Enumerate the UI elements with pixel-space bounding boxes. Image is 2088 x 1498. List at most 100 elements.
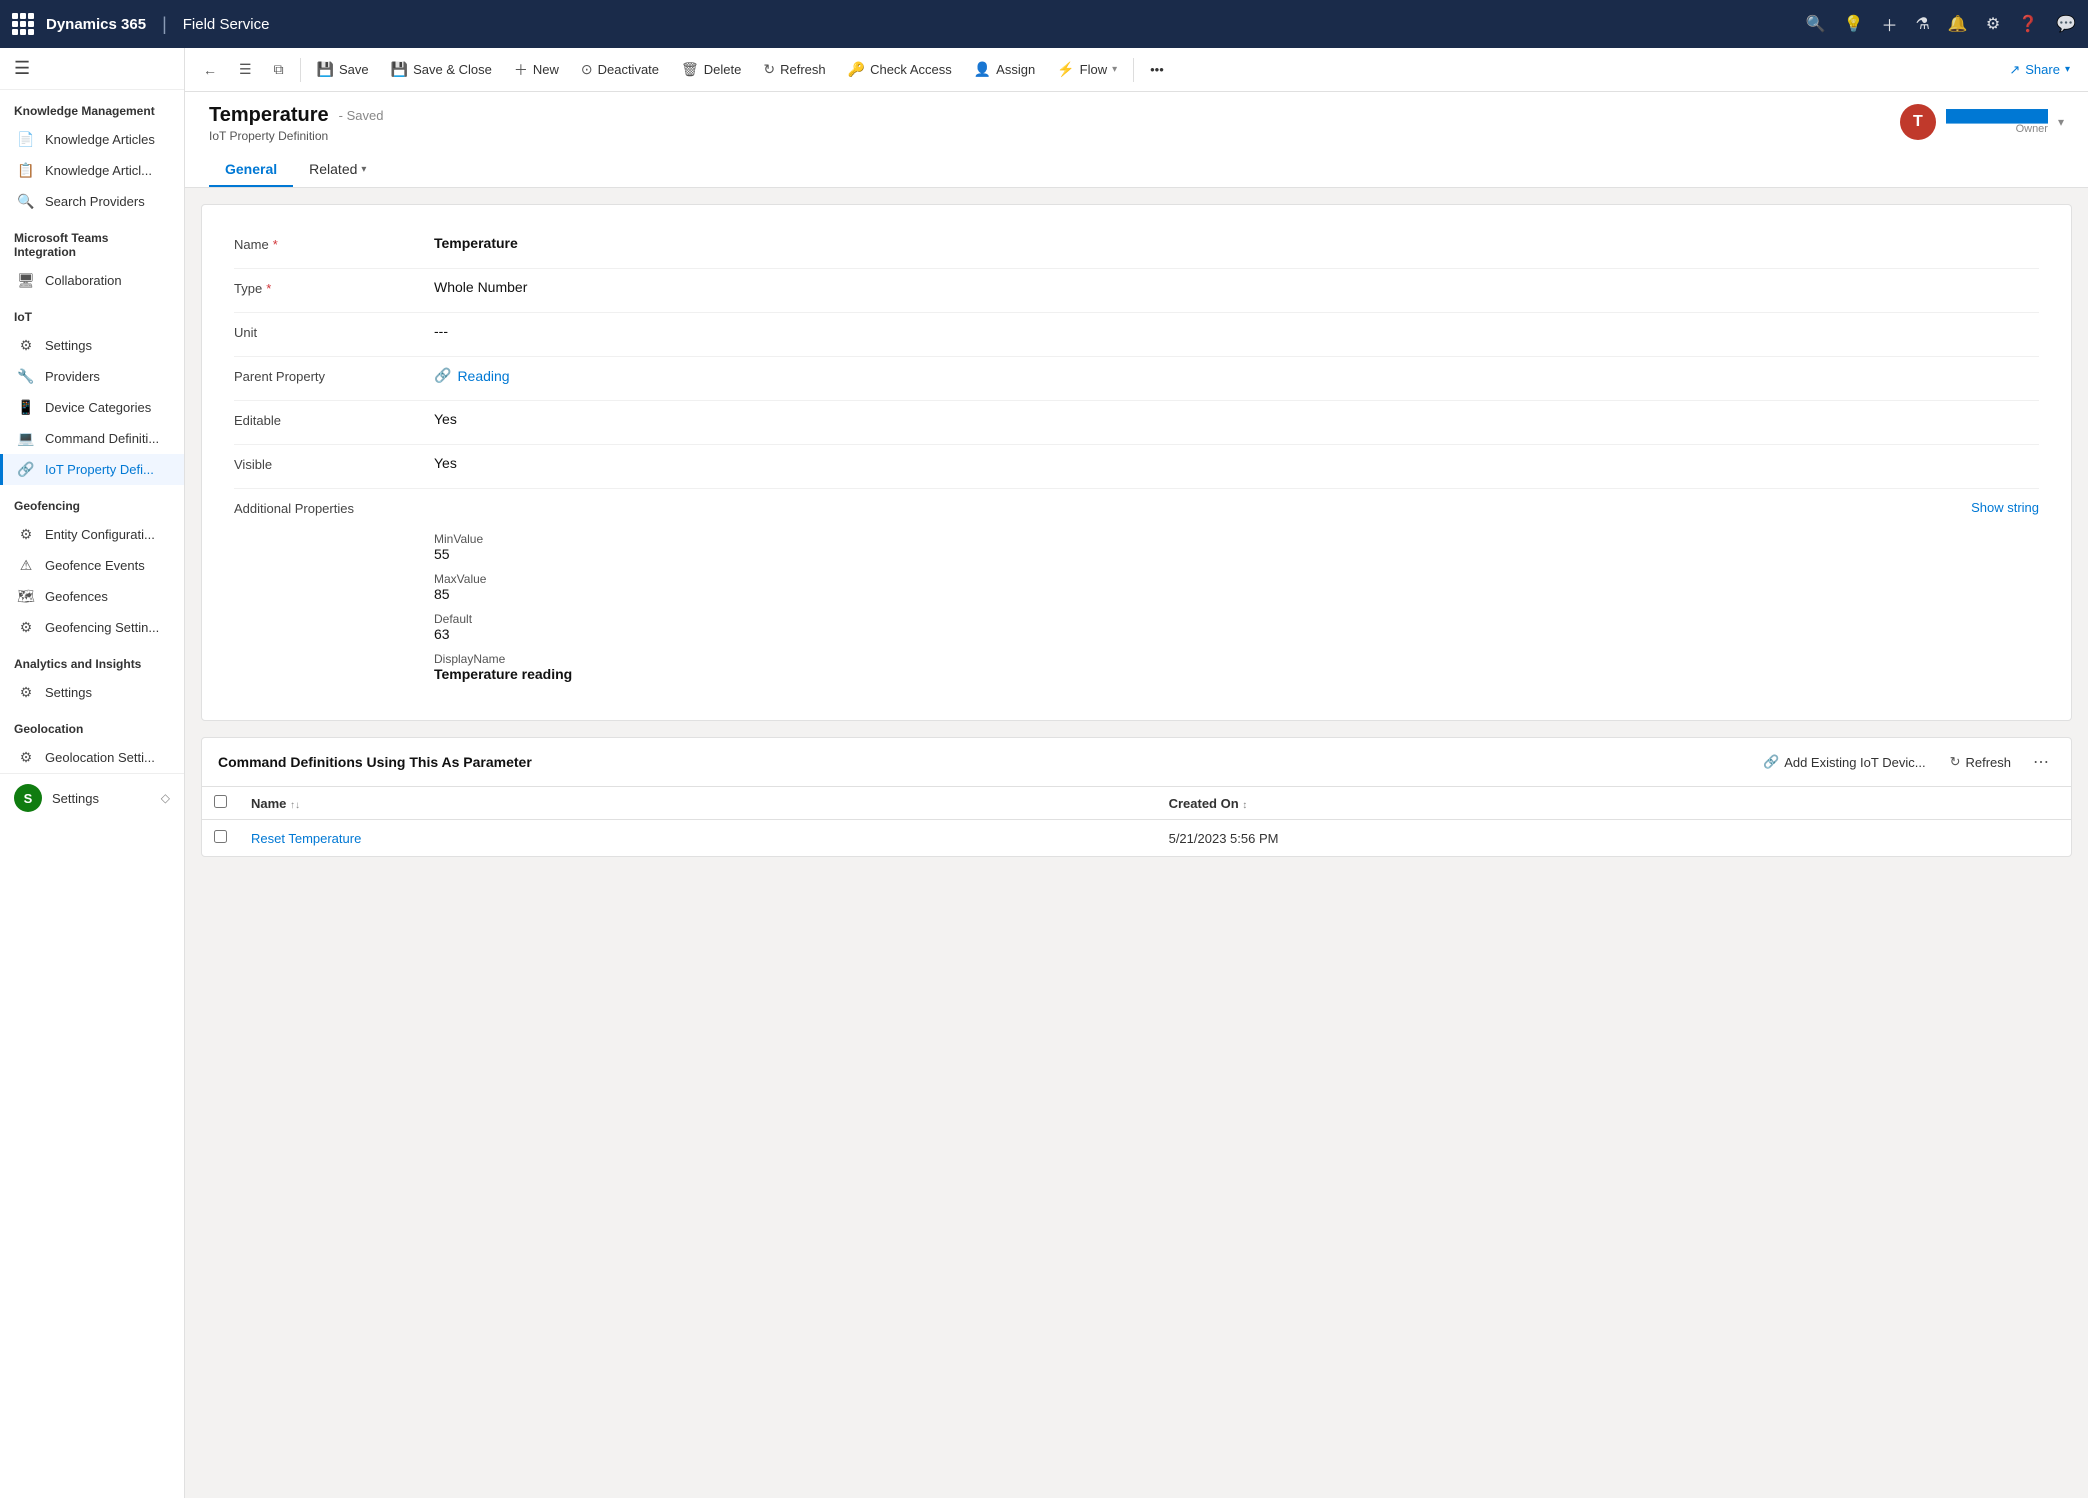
new-button[interactable]: ＋ New — [504, 54, 569, 86]
refresh-button[interactable]: ↻ Refresh — [753, 55, 835, 84]
flow-button[interactable]: ⚡ Flow ▾ — [1047, 55, 1127, 84]
flow-icon: ⚡ — [1057, 61, 1074, 78]
sidebar-item-device-categories[interactable]: 📱 Device Categories — [0, 392, 184, 423]
entity-config-icon: ⚙ — [17, 526, 35, 543]
flow-label: Flow — [1080, 62, 1107, 77]
sidebar-item-analytics-settings[interactable]: ⚙ Settings — [0, 677, 184, 708]
minvalue-key: MinValue — [434, 532, 2039, 546]
settings-icon[interactable]: ⚙ — [1986, 14, 2000, 34]
sub-refresh-button[interactable]: ↻ Refresh — [1942, 750, 2019, 774]
sidebar-bottom-settings[interactable]: S Settings ◇ — [0, 773, 184, 822]
show-string-button[interactable]: Show string — [1971, 500, 2039, 515]
sidebar-section-title: Analytics and Insights — [0, 643, 184, 677]
sub-grid-card: Command Definitions Using This As Parame… — [201, 737, 2072, 857]
sidebar-item-geofencing-settings[interactable]: ⚙ Geofencing Settin... — [0, 612, 184, 643]
row-created-on-cell: 5/21/2023 5:56 PM — [1157, 820, 2071, 857]
sub-refresh-label: Refresh — [1965, 755, 2011, 770]
sidebar-item-knowledge-article-template[interactable]: 📋 Knowledge Articl... — [0, 155, 184, 186]
chat-icon[interactable]: 💬 — [2056, 14, 2076, 34]
delete-label: Delete — [704, 62, 742, 77]
sidebar-item-label: Search Providers — [45, 194, 145, 209]
sidebar-section-geolocation: Geolocation ⚙ Geolocation Setti... — [0, 708, 184, 773]
sidebar-item-command-definitions[interactable]: 💻 Command Definiti... — [0, 423, 184, 454]
lightbulb-icon[interactable]: 💡 — [1844, 14, 1864, 34]
row-name-link[interactable]: Reset Temperature — [251, 831, 361, 846]
share-button[interactable]: ↗ Share ▾ — [1999, 56, 2080, 84]
sidebar-item-label: Entity Configurati... — [45, 527, 155, 542]
sidebar-item-search-providers[interactable]: 🔍 Search Providers — [0, 186, 184, 217]
delete-button[interactable]: 🗑 Delete — [671, 55, 751, 84]
save-close-button[interactable]: 💾 Save & Close — [381, 55, 502, 84]
row-checkbox-cell — [202, 820, 239, 857]
knowledge-articles-icon: 📄 — [17, 131, 35, 148]
app-launcher-button[interactable] — [12, 13, 34, 35]
tab-related[interactable]: Related ▾ — [293, 153, 382, 187]
sidebar-item-geolocation-settings[interactable]: ⚙ Geolocation Setti... — [0, 742, 184, 773]
sidebar-item-knowledge-articles[interactable]: 📄 Knowledge Articles — [0, 124, 184, 155]
app-suite-title: Dynamics 365 — [46, 16, 146, 33]
deactivate-button[interactable]: ⊙ Deactivate — [571, 55, 669, 84]
new-icon: ＋ — [514, 60, 528, 80]
iot-settings-icon: ⚙ — [17, 337, 35, 354]
sidebar-item-label: Settings — [45, 685, 92, 700]
sub-more-options-button[interactable]: ⋯ — [2027, 748, 2055, 776]
field-name-value: Temperature — [434, 235, 2039, 251]
field-visible-value: Yes — [434, 455, 2039, 471]
sidebar-item-iot-settings[interactable]: ⚙ Settings — [0, 330, 184, 361]
back-button[interactable]: ← — [193, 56, 227, 84]
filter-icon[interactable]: ⚗ — [1916, 14, 1930, 34]
sidebar-item-label: Device Categories — [45, 400, 151, 415]
save-button[interactable]: 💾 Save — [307, 55, 379, 84]
add-icon[interactable]: ＋ — [1882, 12, 1898, 36]
bell-icon[interactable]: 🔔 — [1948, 14, 1968, 34]
displayname-val: Temperature reading — [434, 666, 2039, 682]
field-name-row: Name * Temperature — [234, 225, 2039, 269]
sidebar-item-geofence-events[interactable]: ⚠ Geofence Events — [0, 550, 184, 581]
save-label: Save — [339, 62, 369, 77]
table-header-row: Name ↑↓ Created On ↕ — [202, 787, 2071, 820]
help-icon[interactable]: ❓ — [2018, 14, 2038, 34]
sub-grid-table: Name ↑↓ Created On ↕ — [202, 787, 2071, 856]
owner-name[interactable]: ████████████ — [1946, 109, 2048, 123]
sidebar-settings-label: Settings — [52, 791, 99, 806]
sidebar-section-iot: IoT ⚙ Settings 🔧 Providers 📱 Device Cate… — [0, 296, 184, 485]
sidebar-section-title: Geolocation — [0, 708, 184, 742]
settings-avatar: S — [14, 784, 42, 812]
assign-icon: 👤 — [974, 61, 991, 78]
parent-property-link-icon: 🔗 — [434, 367, 451, 384]
default-val: 63 — [434, 626, 2039, 642]
tab-general[interactable]: General — [209, 153, 293, 187]
deactivate-label: Deactivate — [598, 62, 659, 77]
record-view-button[interactable]: ☰ — [229, 55, 262, 84]
field-editable-row: Editable Yes — [234, 401, 2039, 445]
sidebar-section-geofencing: Geofencing ⚙ Entity Configurati... ⚠ Geo… — [0, 485, 184, 643]
more-options-button[interactable]: ••• — [1140, 56, 1174, 83]
sidebar-item-collaboration[interactable]: 🖥 Collaboration — [0, 265, 184, 296]
sidebar-hamburger[interactable]: ☰ — [0, 48, 184, 90]
owner-chevron-icon[interactable]: ▾ — [2058, 115, 2064, 129]
field-parent-property-value[interactable]: 🔗 Reading — [434, 367, 2039, 384]
command-def-icon: 💻 — [17, 430, 35, 447]
check-access-button[interactable]: 🔑 Check Access — [838, 55, 962, 84]
search-icon[interactable]: 🔍 — [1806, 14, 1826, 34]
sidebar-item-label: Geolocation Setti... — [45, 750, 155, 765]
col-created-on-header[interactable]: Created On ↕ — [1157, 787, 2071, 820]
assign-button[interactable]: 👤 Assign — [964, 55, 1045, 84]
field-editable-label: Editable — [234, 411, 434, 428]
top-nav-icon-group: 🔍 💡 ＋ ⚗ 🔔 ⚙ ❓ 💬 — [1806, 12, 2076, 36]
refresh-icon: ↻ — [763, 61, 775, 78]
sidebar-item-geofences[interactable]: 🗺 Geofences — [0, 581, 184, 612]
sidebar-item-iot-property-definitions[interactable]: 🔗 IoT Property Defi... — [0, 454, 184, 485]
sidebar-item-providers[interactable]: 🔧 Providers — [0, 361, 184, 392]
sidebar-item-entity-configuration[interactable]: ⚙ Entity Configurati... — [0, 519, 184, 550]
form-section: Name * Temperature Type * Whole N — [202, 205, 2071, 720]
sidebar-item-label: Providers — [45, 369, 100, 384]
select-all-checkbox[interactable] — [214, 795, 227, 808]
add-existing-button[interactable]: 🔗 Add Existing IoT Devic... — [1755, 750, 1934, 774]
row-checkbox[interactable] — [214, 830, 227, 843]
sidebar-item-label: IoT Property Defi... — [45, 462, 154, 477]
open-in-new-button[interactable]: ⧉ — [264, 55, 294, 84]
created-on-sort-icon: ↕ — [1242, 800, 1247, 811]
col-name-header[interactable]: Name ↑↓ — [239, 787, 1157, 820]
minvalue-val: 55 — [434, 546, 2039, 562]
